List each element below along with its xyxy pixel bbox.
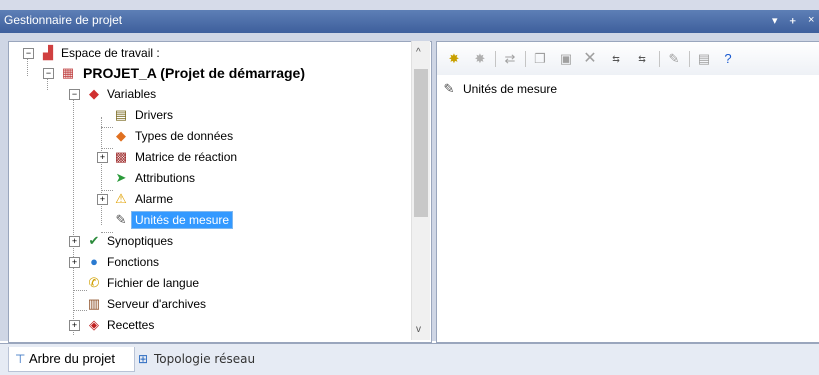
project-tree[interactable]: − ▟ Espace de travail : − ▦ PROJET_A (Pr… [8, 41, 432, 343]
units-icon: ✎ [443, 81, 455, 96]
tree-item-alarm[interactable]: + ⚠ Alarme [9, 189, 409, 209]
copy-icon[interactable]: ❐ [531, 50, 549, 68]
attributions-icon: ➤ [115, 170, 127, 185]
tree-item-label: Alarme [135, 192, 174, 206]
drivers-icon: ▤ [114, 107, 128, 122]
tree-item-label: Variables [107, 87, 157, 101]
tree-item-label: Synoptiques [107, 234, 174, 248]
tree-item-data-types[interactable]: ◆ Types de données [9, 126, 409, 146]
tree-item-project[interactable]: − ▦ PROJET_A (Projet de démarrage) [9, 63, 409, 83]
dropdown-icon[interactable]: ▾ [772, 14, 778, 27]
scroll-up-icon[interactable]: ^ [416, 47, 421, 58]
network-icon: ⊞ [138, 352, 149, 366]
expand-toggle[interactable]: + [69, 257, 80, 268]
tree-item-label: Fichier de langue [107, 276, 200, 290]
tree-item-label: Serveur d'archives [107, 297, 206, 311]
properties-icon[interactable]: ▤ [695, 50, 713, 68]
synoptics-icon: ✔ [88, 233, 100, 248]
project-icon: ▦ [61, 65, 75, 80]
workspace-icon: ▟ [43, 45, 53, 60]
tree-item-label-selected: Unités de mesure [131, 211, 234, 229]
collapse-toggle[interactable]: − [43, 68, 54, 79]
tree-item-synoptics[interactable]: + ✔ Synoptiques [9, 231, 409, 251]
functions-icon: ● [90, 254, 98, 269]
collapse-toggle[interactable]: − [23, 48, 34, 59]
detail-toolbar: ✸ ✸ ⇄ ❐ ▣ ✕ ⇆ ⇆ ✎ ▤ ? [437, 42, 819, 75]
tree-item-drivers[interactable]: ▤ Drivers [9, 105, 409, 125]
tree-item-label: Fonctions [107, 255, 160, 269]
bottom-tab-bar: ⊤ Arbre du projet ⊞ Topologie réseau [0, 343, 819, 375]
panel-title: Gestionnaire de projet [4, 13, 123, 27]
reaction-matrix-icon: ▩ [114, 149, 128, 164]
new-sub-element-icon[interactable]: ✸ [471, 50, 489, 68]
expand-toggle[interactable]: + [69, 320, 80, 331]
tree-item-label: PROJET_A (Projet de démarrage) [83, 65, 305, 81]
scroll-thumb[interactable] [414, 69, 428, 217]
data-types-icon: ◆ [116, 128, 126, 143]
export-xml-icon[interactable]: ⇆ [607, 50, 625, 68]
edit-icon[interactable]: ✎ [665, 50, 683, 68]
tree-item-reaction-matrix[interactable]: + ▩ Matrice de réaction [9, 147, 409, 167]
panel-title-bar: Gestionnaire de projet ▾ ᚐ × [0, 0, 819, 33]
close-icon[interactable]: × [808, 14, 814, 26]
tree-item-label: Drivers [135, 108, 173, 122]
detail-item-label: Unités de mesure [463, 82, 558, 96]
tree-item-attributions[interactable]: ➤ Attributions [9, 168, 409, 188]
help-icon[interactable]: ? [719, 50, 737, 68]
rename-icon[interactable]: ⇄ [501, 50, 519, 68]
tab-label: Topologie réseau [154, 352, 256, 366]
archive-server-icon: ▥ [87, 296, 101, 311]
tree-item-language-file[interactable]: ✆ Fichier de langue [9, 273, 409, 293]
tree-item-functions[interactable]: + ● Fonctions [9, 252, 409, 272]
paste-icon[interactable]: ▣ [557, 50, 575, 68]
tree-icon: ⊤ [15, 352, 26, 366]
tree-item-label: Recettes [107, 318, 155, 332]
tree-item-recipes[interactable]: + ◈ Recettes [9, 315, 409, 335]
units-icon: ✎ [115, 212, 127, 227]
tree-item-variables[interactable]: − ◆ Variables [9, 84, 409, 104]
recipes-icon: ◈ [89, 317, 99, 332]
tree-item-label: Espace de travail : [61, 46, 160, 60]
scroll-down-icon[interactable]: v [416, 324, 421, 335]
tree-item-workspace[interactable]: − ▟ Espace de travail : [9, 43, 409, 63]
collapse-toggle[interactable]: − [69, 89, 80, 100]
variables-icon: ◆ [89, 86, 99, 101]
alarm-icon: ⚠ [115, 191, 127, 206]
language-file-icon: ✆ [88, 275, 100, 290]
expand-toggle[interactable]: + [69, 236, 80, 247]
tab-label: Arbre du projet [29, 351, 115, 366]
tree-item-label: Types de données [135, 129, 234, 143]
import-xml-icon[interactable]: ⇆ [633, 50, 651, 68]
delete-icon[interactable]: ✕ [581, 50, 599, 68]
tree-scrollbar[interactable]: ^ v [411, 41, 430, 340]
detail-list-item[interactable]: ✎ Unités de mesure [439, 79, 639, 99]
tree-item-label: Attributions [135, 171, 196, 185]
tab-project-tree[interactable]: ⊤ Arbre du projet [8, 347, 135, 372]
expand-toggle[interactable]: + [97, 194, 108, 205]
detail-panel[interactable]: ✸ ✸ ⇄ ❐ ▣ ✕ ⇆ ⇆ ✎ ▤ ? ✎ Unités de mesure [436, 41, 819, 343]
new-element-icon[interactable]: ✸ [445, 50, 463, 68]
tree-item-archive-server[interactable]: ▥ Serveur d'archives [9, 294, 409, 314]
title-strip: Gestionnaire de projet ▾ ᚐ × [0, 10, 819, 33]
tree-item-label: Matrice de réaction [135, 150, 238, 164]
pin-icon[interactable]: ᚐ [790, 14, 795, 27]
expand-toggle[interactable]: + [97, 152, 108, 163]
tree-item-units[interactable]: ✎ Unités de mesure [9, 210, 409, 230]
